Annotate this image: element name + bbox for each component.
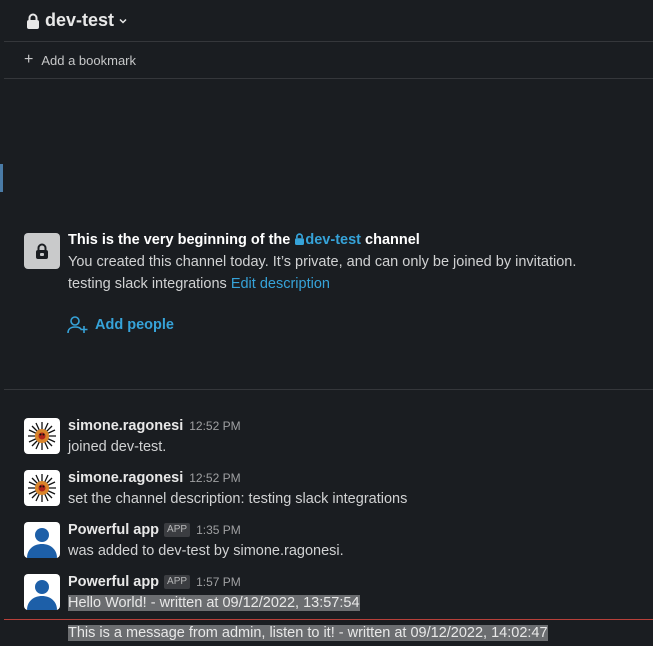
intro-channel-link[interactable]: dev-test [294,232,365,248]
message-author[interactable]: Powerful app [68,520,159,540]
channel-description: testing slack integrations [68,276,227,292]
message-timestamp[interactable]: 1:57 PM [196,572,241,592]
divider [4,389,653,390]
channel-header[interactable]: dev-test [4,0,653,42]
avatar[interactable] [24,574,60,610]
lock-icon [27,13,39,29]
message-text: This is a message from admin, listen to … [68,625,548,641]
avatar[interactable] [24,522,60,558]
left-edge [0,0,4,646]
lock-icon [36,243,48,259]
intro-heading: This is the very beginning of the dev-te… [68,230,648,251]
message-item[interactable]: This is a message from admin, listen to … [68,622,548,644]
bookmarks-bar: + Add a bookmark [4,42,653,79]
add-people-label[interactable]: Add people [95,317,174,333]
edit-description-link[interactable]: Edit description [231,276,330,292]
intro-info: You created this channel today. It’s pri… [68,254,577,270]
add-bookmark-button[interactable]: Add a bookmark [41,53,136,68]
chevron-down-icon[interactable] [118,16,128,26]
intro-heading-prefix: This is the very beginning of the [68,232,291,248]
intro-channel-name[interactable]: dev-test [305,232,361,248]
message-timestamp[interactable]: 1:35 PM [196,520,241,540]
app-badge: APP [164,523,191,537]
message-text: set the channel description: testing sla… [68,491,408,507]
message-timestamp[interactable]: 12:52 PM [189,468,240,488]
app-badge: APP [164,575,191,589]
new-messages-divider [4,619,653,620]
message-author[interactable]: simone.ragonesi [68,468,183,488]
message-timestamp[interactable]: 12:52 PM [189,416,240,436]
message-text: Hello World! - written at 09/12/2022, 13… [68,595,360,611]
add-people-button[interactable]: Add people [67,315,174,335]
lock-icon [295,233,305,245]
message-author[interactable]: simone.ragonesi [68,416,183,436]
add-person-icon [67,316,88,334]
avatar[interactable] [24,418,60,454]
message-author[interactable]: Powerful app [68,572,159,592]
avatar[interactable] [24,470,60,506]
private-channel-icon [24,233,60,269]
message-text: joined dev-test. [68,439,167,455]
message-text: was added to dev-test by simone.ragonesi… [68,543,344,559]
intro-heading-suffix: channel [365,232,420,248]
resize-handle[interactable] [0,164,3,192]
plus-icon[interactable]: + [24,52,33,68]
channel-title[interactable]: dev-test [45,10,114,31]
